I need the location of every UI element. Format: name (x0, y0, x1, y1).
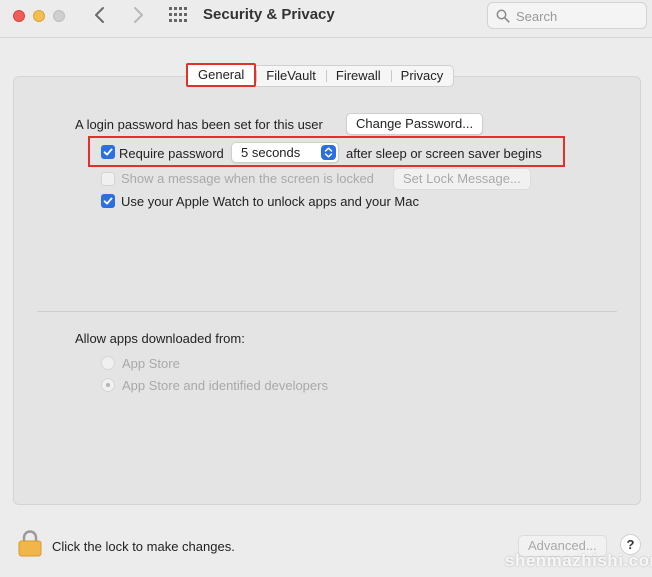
checkmark-icon (103, 148, 113, 156)
chevron-left-icon (95, 7, 104, 23)
forward-button[interactable] (127, 4, 149, 26)
lock-text: Click the lock to make changes. (52, 539, 235, 554)
window-toolbar: Security & Privacy (0, 0, 652, 38)
search-input[interactable] (516, 7, 640, 25)
radio-app-store[interactable] (101, 356, 115, 370)
radio-app-store-identified-label: App Store and identified developers (122, 378, 328, 393)
search-icon (496, 9, 510, 23)
select-arrows-icon (321, 145, 336, 160)
set-lock-message-button[interactable]: Set Lock Message... (393, 168, 531, 190)
tab-privacy[interactable]: Privacy (390, 66, 454, 86)
close-window-button[interactable] (13, 10, 25, 22)
chevron-right-icon (134, 7, 143, 23)
require-password-suffix: after sleep or screen saver begins (346, 146, 542, 161)
change-password-button[interactable]: Change Password... (346, 113, 484, 135)
search-field[interactable] (487, 2, 647, 29)
require-password-checkbox[interactable] (101, 145, 115, 159)
zoom-window-button[interactable] (53, 10, 65, 22)
radio-app-store-label: App Store (122, 356, 180, 371)
show-all-grid-icon[interactable] (168, 6, 188, 24)
allow-apps-heading: Allow apps downloaded from: (75, 331, 245, 346)
back-button[interactable] (90, 4, 112, 26)
require-password-label: Require password (119, 146, 224, 161)
tab-firewall[interactable]: Firewall (325, 66, 391, 86)
require-password-delay-value: 5 seconds (241, 145, 301, 160)
section-divider (37, 311, 617, 312)
show-message-checkbox[interactable] (101, 172, 115, 186)
radio-app-store-identified[interactable] (101, 378, 115, 392)
lock-icon[interactable] (17, 529, 43, 557)
tab-filevault[interactable]: FileVault (256, 66, 326, 86)
show-message-label: Show a message when the screen is locked (121, 171, 374, 186)
checkmark-icon (103, 197, 113, 205)
apple-watch-label: Use your Apple Watch to unlock apps and … (121, 194, 419, 209)
tab-bar: General FileVault Firewall Privacy (186, 63, 455, 87)
minimize-window-button[interactable] (33, 10, 45, 22)
window-title: Security & Privacy (203, 6, 335, 23)
watermark-text: shenmazhishi.com (505, 551, 652, 570)
apple-watch-checkbox[interactable] (101, 194, 115, 208)
require-password-delay-select[interactable]: 5 seconds (231, 142, 339, 163)
tab-general[interactable]: General (186, 63, 257, 87)
login-password-text: A login password has been set for this u… (75, 117, 323, 132)
